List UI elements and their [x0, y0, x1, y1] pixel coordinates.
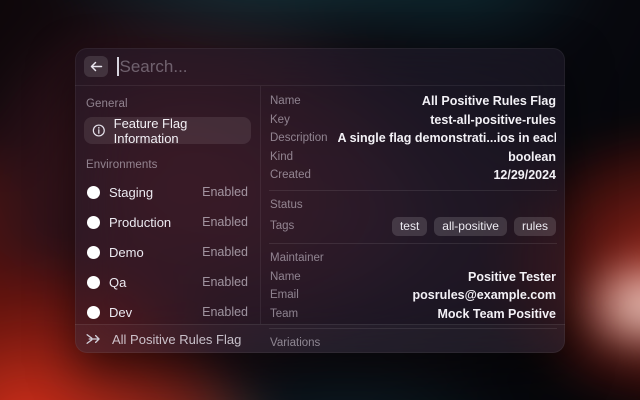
sidebar: General Feature Flag Information Environ…	[75, 86, 261, 324]
detail-row-created: Created 12/29/2024	[269, 166, 557, 185]
env-state: Enabled	[202, 305, 248, 319]
field-value: test-all-positive-rules	[430, 112, 556, 127]
desktop: General Feature Flag Information Environ…	[0, 0, 640, 400]
sidebar-item-dev[interactable]: Dev Enabled	[84, 297, 251, 327]
go-to-arrow-icon	[86, 334, 100, 344]
detail-row-maintainer-email: Email posrules@example.com	[269, 286, 557, 305]
field-label: Kind	[270, 150, 294, 163]
field-value: Mock Team Positive	[437, 306, 556, 321]
field-value: 12/29/2024	[493, 168, 556, 183]
detail-row-status: Status	[269, 196, 557, 215]
search-bar	[75, 48, 565, 86]
tag-chip: rules	[513, 216, 556, 236]
search-input[interactable]	[119, 56, 553, 77]
arrow-left-icon	[90, 61, 102, 72]
tag-chip: test	[391, 216, 428, 236]
env-state: Enabled	[202, 215, 248, 229]
window-content: General Feature Flag Information Environ…	[75, 86, 565, 349]
detail-row-tags: Tags test all-positive rules	[269, 214, 557, 238]
detail-section-maintainer: Maintainer	[269, 249, 557, 268]
section-label: Maintainer	[270, 252, 324, 265]
sidebar-item-demo[interactable]: Demo Enabled	[84, 237, 251, 267]
footer-action-bar[interactable]: All Positive Rules Flag	[75, 324, 565, 353]
env-dot-icon	[87, 305, 100, 319]
env-state: Enabled	[202, 275, 248, 289]
env-name: Demo	[109, 244, 144, 260]
detail-row-description: Description A single flag demonstrati...…	[269, 129, 557, 148]
env-name: Qa	[109, 274, 127, 290]
field-label: Status	[270, 198, 303, 211]
field-value: posrules@example.com	[412, 288, 557, 303]
env-name: Dev	[109, 304, 133, 320]
sidebar-item-label: Feature Flag Information	[113, 115, 188, 146]
sidebar-section-general: General	[86, 98, 128, 110]
env-name: Production	[109, 214, 172, 230]
field-label: Tags	[270, 220, 295, 232]
env-name: Staging	[109, 184, 154, 200]
env-dot-icon	[87, 275, 100, 289]
tags-list: test all-positive rules	[304, 216, 556, 236]
info-icon	[92, 124, 105, 137]
field-label: Name	[270, 95, 301, 108]
field-value: Positive Tester	[467, 269, 556, 284]
field-label: Created	[270, 169, 311, 182]
env-dot-icon	[87, 245, 100, 259]
field-label: Email	[270, 289, 299, 302]
field-value: A single flag demonstrati...ios in each …	[337, 131, 556, 146]
launcher-window: General Feature Flag Information Environ…	[75, 48, 565, 353]
sidebar-item-staging[interactable]: Staging Enabled	[84, 177, 251, 207]
field-label: Key	[270, 113, 290, 126]
env-dot-icon	[87, 215, 100, 229]
sidebar-item-qa[interactable]: Qa Enabled	[84, 267, 251, 297]
env-state: Enabled	[202, 185, 248, 199]
tag-chip: all-positive	[434, 216, 507, 236]
field-label: Team	[270, 307, 299, 320]
detail-row-name: Name All Positive Rules Flag	[269, 92, 557, 111]
detail-row-kind: Kind boolean	[269, 148, 557, 167]
sidebar-item-feature-flag-information[interactable]: Feature Flag Information	[84, 115, 251, 146]
text-caret	[117, 57, 119, 76]
field-label: Description	[270, 132, 328, 145]
detail-row-maintainer-name: Name Positive Tester	[269, 268, 557, 287]
divider	[269, 189, 557, 191]
detail-row-key: Key test-all-positive-rules	[269, 111, 557, 130]
back-button[interactable]	[84, 56, 108, 77]
field-label: Name	[270, 270, 301, 283]
divider	[269, 243, 557, 244]
sidebar-item-production[interactable]: Production Enabled	[84, 207, 251, 237]
env-state: Enabled	[202, 245, 248, 259]
detail-panel: Name All Positive Rules Flag Key test-al…	[261, 86, 565, 349]
field-value: All Positive Rules Flag	[421, 94, 556, 109]
field-value: boolean	[508, 149, 556, 164]
detail-row-maintainer-team: Team Mock Team Positive	[269, 305, 557, 324]
footer-action-label: All Positive Rules Flag	[112, 331, 242, 347]
sidebar-section-environments: Environments	[86, 159, 158, 171]
env-dot-icon	[87, 185, 100, 199]
